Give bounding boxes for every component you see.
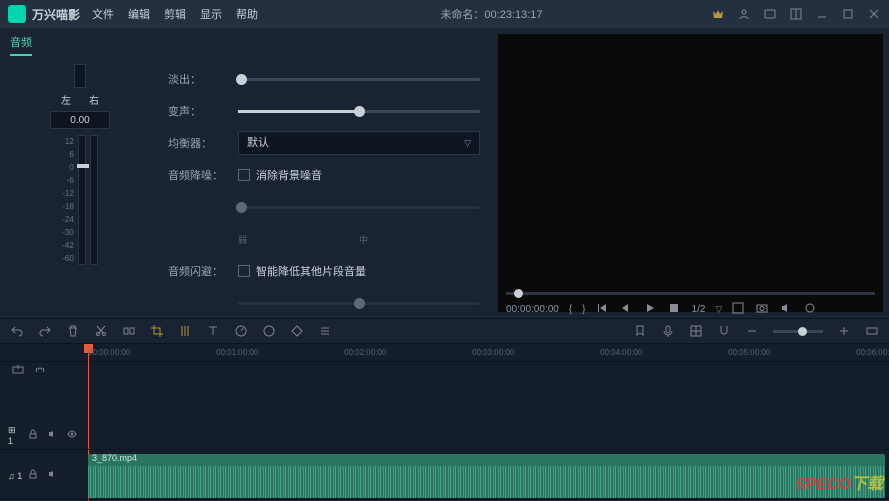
clip-filename: 3_870.mp4	[92, 454, 137, 463]
video-track-icon: ⊞ 1	[8, 425, 22, 446]
audio-track-head: ♫ 1	[0, 452, 80, 500]
zoom-in-icon[interactable]	[837, 324, 851, 338]
settings-icon[interactable]	[804, 302, 818, 316]
prev-frame-icon[interactable]	[596, 302, 610, 316]
app-logo	[8, 5, 26, 23]
titlebar: 万兴喵影 文件 编辑 剪辑 显示 帮助 未命名：00:23:13:17	[0, 0, 889, 28]
pitch-slider[interactable]	[238, 110, 480, 113]
message-icon[interactable]	[763, 7, 777, 21]
audio-panel: 音频 左右 0.00 1260-6-12-18-24-30-42-60 淡出： …	[0, 28, 498, 312]
volume-icon[interactable]	[780, 302, 794, 316]
audio-track-lane[interactable]: 3_870.mp4	[80, 452, 889, 500]
visibility-icon[interactable]	[67, 429, 80, 443]
eq-label: 均衡器：	[168, 135, 238, 151]
adjust-icon[interactable]	[178, 324, 192, 338]
audio-clip[interactable]: 3_870.mp4	[88, 454, 885, 498]
vip-icon[interactable]	[711, 7, 725, 21]
video-preview[interactable]	[498, 34, 883, 312]
play-icon[interactable]	[644, 302, 658, 316]
denoise-slider[interactable]	[238, 206, 480, 209]
ducking-slider[interactable]	[238, 302, 480, 305]
zoom-level[interactable]: 1/2	[692, 304, 706, 315]
time-ruler[interactable]: 00:00:00:00 00:01:00:00 00:02:00:00 00:0…	[0, 344, 889, 362]
tab-audio[interactable]: 音频	[10, 34, 32, 56]
stop-icon[interactable]	[668, 302, 682, 316]
lock-icon[interactable]	[28, 469, 42, 483]
ducking-text: 智能降低其他片段音量	[256, 263, 366, 279]
marker-icon[interactable]	[633, 324, 647, 338]
denoise-text: 消除背景噪音	[256, 167, 322, 183]
snap-icon[interactable]	[717, 324, 731, 338]
menu-edit[interactable]: 编辑	[128, 6, 150, 22]
keyframe-icon[interactable]	[290, 324, 304, 338]
mute-icon[interactable]	[48, 469, 62, 483]
eq-select[interactable]: 默认▽	[238, 131, 480, 155]
document-title: 未命名：00:23:13:17	[272, 6, 711, 22]
add-track-icon[interactable]	[12, 364, 26, 378]
audio-track-icon: ♫ 1	[8, 471, 22, 481]
denoise-checkbox[interactable]	[238, 169, 250, 181]
ducking-label: 音频闪避：	[168, 263, 238, 279]
record-icon[interactable]	[661, 324, 675, 338]
cut-icon[interactable]	[94, 324, 108, 338]
menu-view[interactable]: 显示	[200, 6, 222, 22]
video-track-head: ⊞ 1	[0, 422, 80, 450]
snapshot-icon[interactable]	[756, 302, 770, 316]
app-name: 万兴喵影	[32, 6, 80, 23]
fullscreen-icon[interactable]	[732, 302, 746, 316]
delete-icon[interactable]	[66, 324, 80, 338]
guide-icon[interactable]	[689, 324, 703, 338]
mixer-icon[interactable]	[318, 324, 332, 338]
pitch-label: 变声：	[168, 103, 238, 119]
timeline-toolbar	[0, 318, 889, 344]
balance-indicator[interactable]	[74, 64, 86, 88]
maximize-icon[interactable]	[841, 7, 855, 21]
link-icon[interactable]	[34, 364, 48, 378]
zoom-out-icon[interactable]	[745, 324, 759, 338]
color-icon[interactable]	[262, 324, 276, 338]
fit-icon[interactable]	[865, 324, 879, 338]
split-icon[interactable]	[122, 324, 136, 338]
waveform	[88, 466, 885, 498]
minimize-icon[interactable]	[815, 7, 829, 21]
gain-slider-right[interactable]	[90, 135, 98, 265]
balance-meter: 左 右 0.00 1260-6-12-18-24-30-42-60	[10, 64, 150, 320]
fadeout-label: 淡出：	[168, 71, 238, 87]
label-left: 左	[61, 92, 71, 107]
fadeout-slider[interactable]	[238, 78, 480, 81]
menu-clip[interactable]: 剪辑	[164, 6, 186, 22]
redo-icon[interactable]	[38, 324, 52, 338]
chevron-down-icon: ▽	[464, 132, 471, 154]
lock-icon[interactable]	[28, 429, 41, 443]
timecode: 00:00:00:00	[506, 304, 559, 315]
gain-slider-left[interactable]	[78, 135, 86, 265]
close-icon[interactable]	[867, 7, 881, 21]
ducking-checkbox[interactable]	[238, 265, 250, 277]
layout-icon[interactable]	[789, 7, 803, 21]
timeline: 00:00:00:00 00:01:00:00 00:02:00:00 00:0…	[0, 344, 889, 500]
denoise-label: 音频降噪：	[168, 167, 238, 183]
zoom-slider[interactable]	[773, 330, 823, 333]
account-icon[interactable]	[737, 7, 751, 21]
mute-icon[interactable]	[48, 429, 61, 443]
speed-icon[interactable]	[234, 324, 248, 338]
label-right: 右	[89, 92, 99, 107]
menu-help[interactable]: 帮助	[236, 6, 258, 22]
db-scale: 1260-6-12-18-24-30-42-60	[62, 135, 74, 265]
undo-icon[interactable]	[10, 324, 24, 338]
step-back-icon[interactable]	[620, 302, 634, 316]
crop-icon[interactable]	[150, 324, 164, 338]
chevron-down-icon[interactable]: ▽	[715, 304, 722, 315]
menu-file[interactable]: 文件	[92, 6, 114, 22]
watermark: SPECO下载	[795, 470, 883, 494]
video-track-lane[interactable]	[80, 422, 889, 450]
text-icon[interactable]	[206, 324, 220, 338]
balance-value[interactable]: 0.00	[50, 111, 110, 129]
